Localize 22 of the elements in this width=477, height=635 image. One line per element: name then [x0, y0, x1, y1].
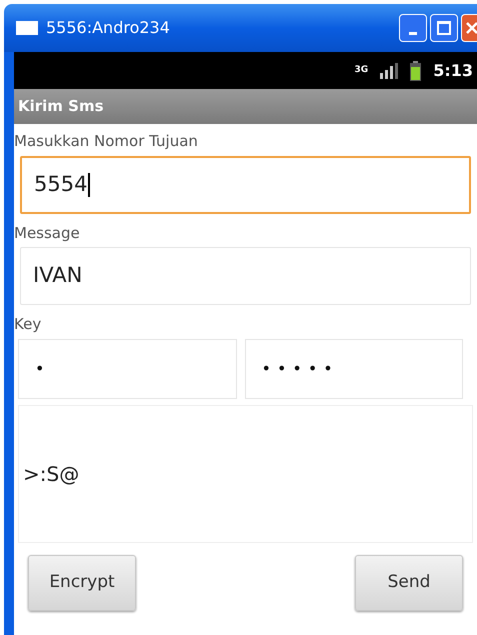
text-field[interactable]: IVAN: [20, 247, 471, 305]
password-field[interactable]: •••••: [244, 338, 463, 398]
close-icon: [465, 21, 477, 35]
clock: 5:13: [433, 60, 473, 82]
text-cursor: [88, 172, 90, 196]
minimize-button[interactable]: [399, 14, 427, 42]
text-field[interactable]: 5554: [20, 156, 471, 214]
field-label: Key: [14, 314, 42, 335]
maximize-button[interactable]: [430, 14, 458, 42]
app-title: Kirim Sms: [18, 96, 104, 118]
window-title: 5556:Andro234: [46, 17, 170, 39]
text-area[interactable]: >:S@: [18, 404, 473, 542]
window-icon: [16, 21, 38, 35]
action-button[interactable]: Send: [355, 554, 463, 610]
battery-icon: [410, 60, 422, 80]
signal-icon: [380, 62, 398, 78]
field-label: Masukkan Nomor Tujuan: [14, 131, 199, 152]
close-button[interactable]: [461, 14, 477, 42]
field-label: Message: [14, 222, 81, 244]
password-field[interactable]: •: [18, 338, 236, 398]
network-type: 3G: [354, 66, 368, 75]
action-button[interactable]: Encrypt: [28, 554, 136, 610]
